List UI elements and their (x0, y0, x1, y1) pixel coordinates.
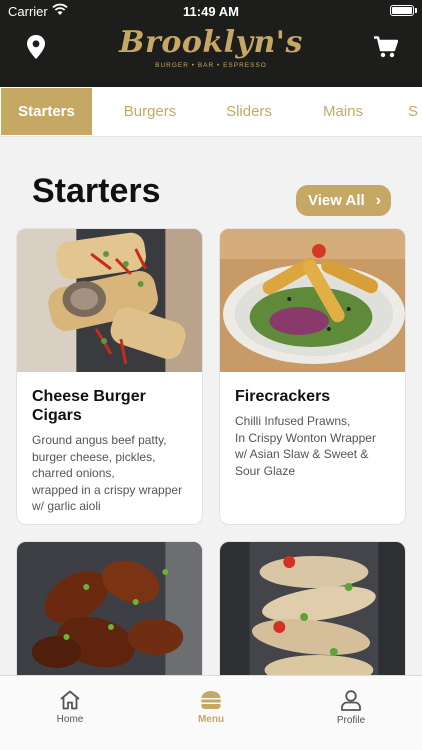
tab-sliders[interactable]: Sliders (205, 88, 293, 135)
category-tabs: Starters Burgers Sliders Mains S (0, 87, 422, 137)
tab-mains[interactable]: Mains (300, 88, 386, 135)
view-all-button[interactable]: View All › (296, 185, 391, 216)
logo-name: Brooklyn's (119, 25, 303, 60)
chevron-right-icon: › (375, 192, 381, 209)
battery-icon (390, 5, 414, 16)
card-description: Chilli Infused Prawns, In Crispy Wonton … (235, 414, 376, 478)
burger-icon (201, 691, 221, 709)
cheese-burger-cigars-photo (17, 229, 202, 372)
app-screen: Carrier 11:49 AM Brooklyn's BURGER • BAR… (0, 0, 422, 750)
battery-tip (415, 8, 417, 13)
view-all-label: View All (308, 192, 365, 209)
card-title: Cheese Burger Cigars (32, 388, 146, 424)
chicken-wings-photo (17, 542, 202, 685)
nav-menu-label: Menu (197, 714, 225, 725)
section-title: Starters (32, 172, 161, 210)
header-bar: Carrier 11:49 AM Brooklyn's BURGER • BAR… (0, 0, 422, 87)
tab-starters[interactable]: Starters (1, 88, 92, 135)
card-description: Ground angus beef patty, burger cheese, … (32, 433, 183, 513)
nav-menu[interactable]: Menu (171, 690, 251, 725)
nav-home[interactable]: Home (30, 690, 110, 725)
fried-fish-photo (220, 542, 405, 685)
cart-icon[interactable] (374, 36, 398, 58)
clock: 11:49 AM (183, 4, 239, 19)
brand-logo[interactable]: Brooklyn's BURGER • BAR • ESPRESSO (0, 25, 422, 70)
tab-partial[interactable]: S (408, 88, 422, 135)
card-title: Firecrackers (235, 388, 331, 405)
logo-tagline: BURGER • BAR • ESPRESSO (155, 62, 267, 69)
nav-home-label: Home (56, 714, 84, 725)
nav-profile[interactable]: Profile (311, 690, 391, 726)
tab-burgers[interactable]: Burgers (105, 88, 195, 135)
menu-item-card[interactable]: Firecrackers Chilli Infused Prawns, In C… (219, 228, 406, 525)
firecrackers-photo (220, 229, 405, 372)
bottom-tab-bar: Home Menu Profile (0, 675, 422, 750)
nav-profile-label: Profile (336, 715, 366, 726)
status-bar: Carrier 11:49 AM (0, 0, 422, 22)
home-icon (60, 690, 80, 710)
profile-icon (341, 690, 361, 711)
menu-item-card[interactable]: Cheese Burger Cigars Ground angus beef p… (16, 228, 203, 525)
